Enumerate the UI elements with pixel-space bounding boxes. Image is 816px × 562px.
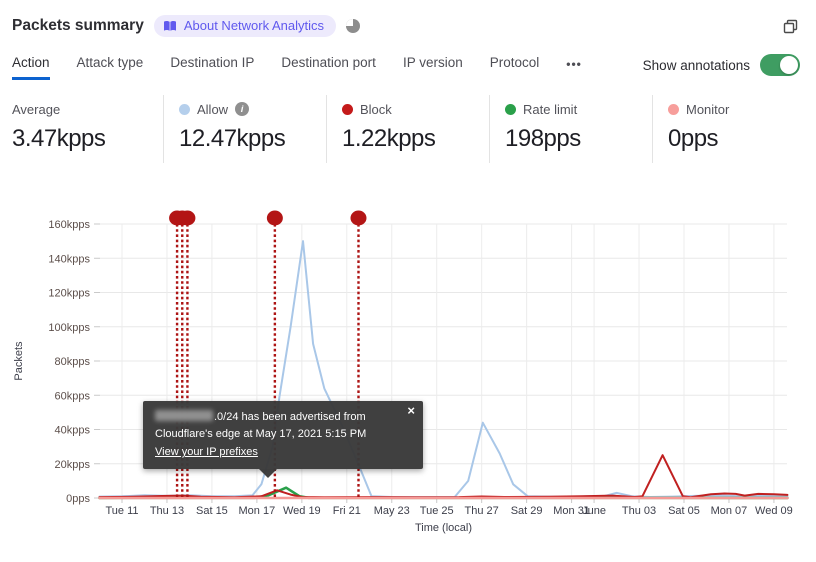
legend-allow[interactable]: Allow i: [179, 100, 326, 118]
stats-bar: Average 3.47kpps Allow i 12.47kpps Block…: [0, 95, 816, 163]
stat-block-label: Block: [360, 101, 392, 117]
y-tick-label: 20kpps: [55, 459, 91, 471]
block-dot-icon: [342, 103, 353, 115]
legend-block[interactable]: Block: [342, 100, 489, 118]
toggle-knob: [780, 56, 798, 74]
rate-limit-dot-icon: [505, 103, 516, 115]
packets-chart: 0pps 20kpps 40kpps 60kpps 80kpps 100kpps 120kp…: [0, 197, 816, 562]
stat-block-value: 1.22kpps: [342, 125, 436, 152]
x-tick-label: Thu 03: [622, 505, 656, 517]
x-tick-label: Sat 05: [668, 505, 700, 517]
stat-monitor-label: Monitor: [686, 101, 730, 117]
copy-icon[interactable]: [783, 19, 798, 34]
y-axis-title: Packets: [13, 341, 25, 381]
view-ip-prefixes-link[interactable]: View your IP prefixes: [155, 444, 258, 461]
show-annotations-group: Show annotations: [643, 54, 800, 80]
allow-dot-icon: [179, 103, 190, 115]
stat-rate-limit: Rate limit 198pps: [489, 95, 652, 163]
x-tick-label: June: [582, 505, 606, 517]
y-tick-label: 60kpps: [55, 390, 91, 402]
redacted-ip: [155, 410, 213, 421]
tab-action[interactable]: Action: [12, 55, 50, 80]
x-tick-label: Sat 29: [511, 505, 543, 517]
tab-destination-port[interactable]: Destination port: [281, 55, 376, 80]
x-tick-label: May 23: [374, 505, 410, 517]
x-tick-label: Sat 15: [196, 505, 228, 517]
y-tick-label: 160kpps: [48, 219, 90, 231]
tab-protocol[interactable]: Protocol: [490, 55, 540, 80]
annotation-dot[interactable]: [179, 210, 196, 226]
x-tick-label: Mon 17: [239, 505, 276, 517]
stat-allow: Allow i 12.47kpps: [163, 95, 326, 163]
chart-canvas: 0pps 20kpps 40kpps 60kpps 80kpps 100kpps 120kp…: [13, 210, 793, 534]
tooltip-arrow: [259, 469, 277, 479]
stat-rate-limit-value: 198pps: [505, 125, 581, 152]
panel-header: Packets summary About Network Analytics: [0, 0, 816, 40]
tab-attack-type[interactable]: Attack type: [77, 55, 144, 80]
tab-ip-version[interactable]: IP version: [403, 55, 463, 80]
stat-average-value: 3.47kpps: [12, 125, 106, 152]
about-badge-label: About Network Analytics: [183, 18, 325, 33]
tabs-bar: Action Attack type Destination IP Destin…: [0, 52, 816, 80]
x-tick-label: Tue 11: [105, 505, 138, 517]
y-tick-label: 140kpps: [48, 253, 90, 265]
info-icon[interactable]: i: [235, 102, 250, 116]
show-annotations-toggle[interactable]: [760, 54, 800, 76]
legend-rate-limit[interactable]: Rate limit: [505, 100, 652, 118]
y-tick-label: 120kpps: [48, 288, 90, 300]
stat-average-label: Average: [12, 101, 61, 117]
x-tick-label: Thu 13: [150, 505, 184, 517]
book-icon: [163, 20, 177, 32]
more-tabs-icon[interactable]: •••: [566, 57, 582, 80]
stat-monitor: Monitor 0pps: [652, 95, 815, 163]
stat-average: Average 3.47kpps: [0, 95, 163, 163]
stat-block: Block 1.22kpps: [326, 95, 489, 163]
legend-monitor[interactable]: Monitor: [668, 100, 815, 118]
tab-destination-ip[interactable]: Destination IP: [170, 55, 254, 80]
x-tick-label: Fri 21: [333, 505, 361, 517]
page-title: Packets summary: [12, 17, 144, 34]
x-tick-label: Thu 27: [465, 505, 499, 517]
tooltip-message: .0/24 has been advertised from Cloudflar…: [155, 410, 367, 441]
close-icon[interactable]: ×: [407, 404, 415, 417]
x-tick-label: Tue 25: [420, 505, 454, 517]
annotation-dot[interactable]: [350, 210, 367, 226]
stat-rate-limit-label: Rate limit: [523, 101, 578, 117]
annotation-dot[interactable]: [266, 210, 283, 226]
y-tick-label: 40kpps: [55, 425, 91, 437]
y-tick-label: 0pps: [66, 493, 90, 505]
x-tick-label: Wed 09: [755, 505, 793, 517]
stat-allow-value: 12.47kpps: [179, 125, 286, 152]
packets-summary-panel: Packets summary About Network Analytics …: [0, 0, 816, 545]
x-tick-label: Mon 07: [711, 505, 748, 517]
y-tick-label: 80kpps: [55, 356, 91, 368]
x-axis-title: Time (local): [415, 522, 472, 534]
about-network-analytics-badge[interactable]: About Network Analytics: [153, 15, 337, 37]
pie-chart-icon[interactable]: [345, 18, 361, 34]
monitor-dot-icon: [668, 103, 679, 115]
annotation-tooltip: × .0/24 has been advertised from Cloudfl…: [143, 401, 423, 479]
stat-monitor-value: 0pps: [668, 125, 719, 152]
show-annotations-label: Show annotations: [642, 57, 750, 73]
y-tick-label: 100kpps: [48, 322, 90, 334]
stat-allow-label: Allow: [197, 101, 229, 117]
x-tick-label: Wed 19: [283, 505, 321, 517]
